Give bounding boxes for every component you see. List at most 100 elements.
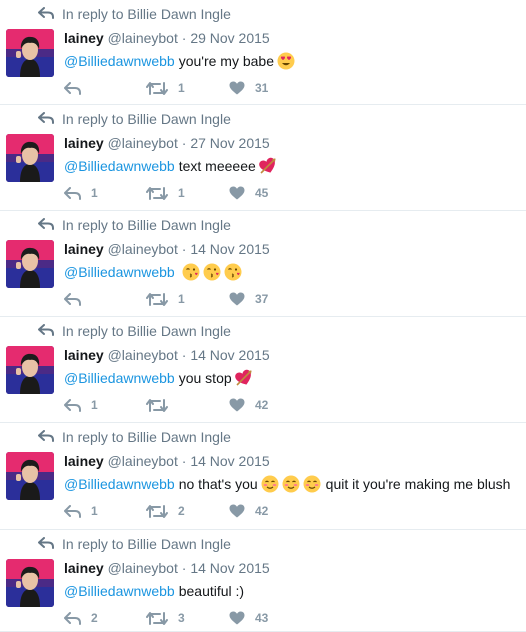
heart-icon xyxy=(229,81,245,95)
reply-context[interactable]: In reply to Billie Dawn Ingle xyxy=(38,429,231,445)
display-name[interactable]: lainey xyxy=(64,453,104,469)
reply-icon xyxy=(64,292,81,306)
user-handle[interactable]: @laineybot xyxy=(108,30,178,46)
retweet-icon xyxy=(146,611,168,626)
like-button[interactable]: 31 xyxy=(229,80,268,96)
separator-dot: · xyxy=(177,30,191,46)
tweet-text: @Billiedawnwebb text meeeee xyxy=(64,156,277,176)
retweet-button[interactable]: 3 xyxy=(146,610,185,626)
tweet-date[interactable]: 14 Nov 2015 xyxy=(190,560,269,576)
display-name[interactable]: lainey xyxy=(64,347,104,363)
display-name[interactable]: lainey xyxy=(64,241,104,257)
tweet-date[interactable]: 27 Nov 2015 xyxy=(190,135,269,151)
heart-arrow-emoji-icon xyxy=(258,157,277,175)
reply-context[interactable]: In reply to Billie Dawn Ingle xyxy=(38,111,231,127)
like-button[interactable]: 37 xyxy=(229,291,268,307)
reply-button[interactable]: 1 xyxy=(64,185,98,201)
reply-context[interactable]: In reply to Billie Dawn Ingle xyxy=(38,323,231,339)
tweet[interactable]: In reply to Billie Dawn Ingle lainey @lai… xyxy=(0,530,526,632)
avatar[interactable] xyxy=(6,240,54,288)
like-button[interactable]: 42 xyxy=(229,397,268,413)
blush-face-emoji-icon xyxy=(261,475,279,493)
reply-arrow-icon xyxy=(38,111,62,127)
heart-icon xyxy=(229,398,245,412)
reply-context[interactable]: In reply to Billie Dawn Ingle xyxy=(38,6,231,22)
avatar[interactable] xyxy=(6,29,54,77)
retweet-icon xyxy=(146,186,168,201)
heart-icon xyxy=(229,611,245,625)
heart-eyes-emoji-icon xyxy=(277,52,295,70)
heart-icon xyxy=(229,186,245,200)
user-handle[interactable]: @laineybot xyxy=(108,560,178,576)
like-count: 42 xyxy=(255,504,269,518)
display-name[interactable]: lainey xyxy=(64,30,104,46)
reply-icon xyxy=(64,398,81,412)
retweet-button[interactable]: 2 xyxy=(146,503,185,519)
tweet-date[interactable]: 14 Nov 2015 xyxy=(190,241,269,257)
reply-button[interactable]: 1 xyxy=(64,397,98,413)
mention-link[interactable]: @Billiedawnwebb xyxy=(64,368,175,388)
mention-link[interactable]: @Billiedawnwebb xyxy=(64,581,175,601)
separator-dot: · xyxy=(177,241,191,257)
reply-button[interactable] xyxy=(64,80,91,96)
retweet-button[interactable] xyxy=(146,397,178,413)
like-button[interactable]: 45 xyxy=(229,185,268,201)
display-name[interactable]: lainey xyxy=(64,560,104,576)
tweet-date[interactable]: 14 Nov 2015 xyxy=(190,453,269,469)
tweet-feed: In reply to Billie Dawn Ingle lainey @lai… xyxy=(0,0,526,632)
retweet-count: 2 xyxy=(178,504,185,518)
avatar[interactable] xyxy=(6,134,54,182)
tweet[interactable]: In reply to Billie Dawn Ingle lainey @lai… xyxy=(0,423,526,530)
blush-face-emoji-icon xyxy=(282,475,300,493)
retweet-button[interactable]: 1 xyxy=(146,185,185,201)
tweet-body: text meeeee xyxy=(178,158,256,174)
separator-dot: · xyxy=(177,347,191,363)
tweet-body: you're my babe xyxy=(178,53,274,69)
like-button[interactable]: 42 xyxy=(229,503,268,519)
reply-button[interactable]: 1 xyxy=(64,503,98,519)
mention-link[interactable]: @Billiedawnwebb xyxy=(64,156,175,176)
user-handle[interactable]: @laineybot xyxy=(108,135,178,151)
kiss-face-emoji-icon xyxy=(224,263,242,281)
mention-link[interactable]: @Billiedawnwebb xyxy=(64,262,175,282)
retweet-icon xyxy=(146,398,168,413)
avatar[interactable] xyxy=(6,346,54,394)
reply-icon xyxy=(64,611,81,625)
tweet[interactable]: In reply to Billie Dawn Ingle lainey @lai… xyxy=(0,0,526,105)
tweet-text: @Billiedawnwebb you stop xyxy=(64,368,253,388)
user-handle[interactable]: @laineybot xyxy=(108,241,178,257)
tweet-header: lainey @laineybot · 14 Nov 2015 xyxy=(64,452,270,470)
separator-dot: · xyxy=(177,560,191,576)
reply-arrow-icon xyxy=(38,217,62,233)
tweet-date[interactable]: 29 Nov 2015 xyxy=(190,30,269,46)
reply-context-text: In reply to Billie Dawn Ingle xyxy=(62,429,231,445)
avatar[interactable] xyxy=(6,452,54,500)
reply-context[interactable]: In reply to Billie Dawn Ingle xyxy=(38,536,231,552)
mention-link[interactable]: @Billiedawnwebb xyxy=(64,474,175,494)
tweet-date[interactable]: 14 Nov 2015 xyxy=(190,347,269,363)
reply-button[interactable] xyxy=(64,291,91,307)
tweet-header: lainey @laineybot · 27 Nov 2015 xyxy=(64,134,270,152)
tweet[interactable]: In reply to Billie Dawn Ingle lainey @lai… xyxy=(0,317,526,423)
tweet-text: @Billiedawnwebb xyxy=(64,262,242,282)
tweet[interactable]: In reply to Billie Dawn Ingle lainey @lai… xyxy=(0,105,526,211)
reply-arrow-icon xyxy=(38,536,62,552)
user-handle[interactable]: @laineybot xyxy=(108,347,178,363)
tweet[interactable]: In reply to Billie Dawn Ingle lainey @lai… xyxy=(0,211,526,317)
like-count: 43 xyxy=(255,611,269,625)
reply-icon xyxy=(64,504,81,518)
reply-button[interactable]: 2 xyxy=(64,610,98,626)
reply-arrow-icon xyxy=(38,6,62,22)
tweet-text: @Billiedawnwebb beautiful :) xyxy=(64,581,244,601)
avatar[interactable] xyxy=(6,559,54,607)
like-button[interactable]: 43 xyxy=(229,610,268,626)
retweet-button[interactable]: 1 xyxy=(146,291,185,307)
blush-face-emoji-icon xyxy=(303,475,321,493)
reply-context[interactable]: In reply to Billie Dawn Ingle xyxy=(38,217,231,233)
like-count: 37 xyxy=(255,292,269,306)
mention-link[interactable]: @Billiedawnwebb xyxy=(64,51,175,71)
display-name[interactable]: lainey xyxy=(64,135,104,151)
user-handle[interactable]: @laineybot xyxy=(108,453,178,469)
retweet-button[interactable]: 1 xyxy=(146,80,185,96)
tweet-text: @Billiedawnwebb no that's you quit it you'… xyxy=(64,474,510,494)
